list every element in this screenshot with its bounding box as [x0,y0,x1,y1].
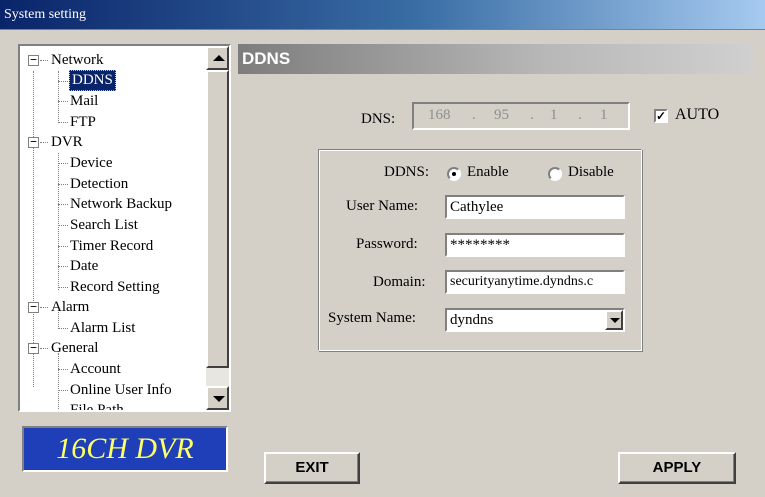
dns-octet-4: 1 [600,107,608,123]
tree-item-mail[interactable]: Mail [70,91,98,111]
system-name-value: dyndns [450,312,494,328]
tree-item-detection[interactable]: Detection [70,174,128,194]
dvr-logo: 16CH DVR [22,426,228,472]
tree-branch-line [58,204,68,205]
tree-branch-line [58,266,68,267]
tree-branch-line [58,225,68,226]
tree-branch-line [58,246,68,247]
ddns-label: DDNS: [384,164,430,180]
settings-tree[interactable]: − Network DDNS Mail FTP − DVR Device Det… [18,44,231,412]
window-title: System setting [4,7,87,22]
tree-item-network-backup[interactable]: Network Backup [70,194,172,214]
section-title: DDNS [242,49,291,68]
tree-item-alarm-list[interactable]: Alarm List [70,318,135,338]
tree-branch-line [58,122,68,123]
tree-item-ddns[interactable]: DDNS [69,70,116,91]
enable-radio[interactable] [447,167,461,181]
dns-dot-3: . [578,107,582,123]
tree-scrollbar[interactable] [206,46,229,410]
tree-branch-line [58,410,68,411]
general-collapse-icon[interactable]: − [28,342,39,354]
username-input[interactable]: Cathylee [445,195,625,219]
tree-item-search-list[interactable]: Search List [70,215,138,235]
tree-item-alarm[interactable]: Alarm [51,297,89,317]
tree-item-online-user-info[interactable]: Online User Info [70,380,172,400]
scroll-thumb[interactable] [206,70,229,368]
tree-branch-line [58,287,68,288]
tree-branch-line [58,390,68,391]
disable-label: Disable [568,164,614,180]
password-input[interactable]: ******** [445,233,625,257]
tree-branch-line [40,60,48,61]
scroll-up-button[interactable] [206,46,229,70]
enable-label: Enable [467,164,509,180]
tree-branch-line [58,328,68,329]
auto-checkbox[interactable]: ✓ [654,109,668,123]
section-header: DDNS [238,44,754,74]
tree-root-connector [33,71,34,387]
system-name-select[interactable]: dyndns [445,308,625,332]
apply-button[interactable]: APPLY [618,452,736,484]
window-title-bar: System setting [0,0,765,30]
dns-octet-2: 95 [494,107,509,123]
tree-item-ftp[interactable]: FTP [70,112,96,132]
tree-network-connector [58,71,59,121]
tree-item-account[interactable]: Account [70,359,121,379]
domain-label: Domain: [373,274,426,290]
arrow-up-icon [213,55,225,61]
tree-branch-line [40,142,48,143]
dvr-collapse-icon[interactable]: − [28,136,39,148]
dns-ip-field: 168 . 95 . 1 . 1 [412,102,630,130]
dns-dot-2: . [530,107,534,123]
scroll-down-button[interactable] [206,386,229,410]
tree-branch-line [58,81,68,82]
password-label: Password: [356,236,418,252]
tree-item-dvr[interactable]: DVR [51,132,83,152]
arrow-down-icon [213,396,225,402]
tree-item-general[interactable]: General [51,338,98,358]
tree-branch-line [58,101,68,102]
tree-item-timer-record[interactable]: Timer Record [70,236,153,256]
username-label: User Name: [346,198,419,214]
radio-selected-dot [452,172,456,176]
tree-item-network[interactable]: Network [51,50,104,70]
dns-octet-3: 1 [550,107,558,123]
tree-content: − Network DDNS Mail FTP − DVR Device Det… [20,46,206,411]
exit-button[interactable]: EXIT [264,452,360,484]
dropdown-button[interactable] [605,310,623,330]
tree-item-file-path[interactable]: File Path [70,400,124,410]
network-collapse-icon[interactable]: − [28,54,39,66]
tree-branch-line [58,184,68,185]
tree-branch-line [40,307,48,308]
disable-radio[interactable] [548,167,562,181]
tree-branch-line [58,369,68,370]
tree-branch-line [58,163,68,164]
tree-branch-line [40,348,48,349]
tree-item-device[interactable]: Device [70,153,112,173]
tree-item-record-setting[interactable]: Record Setting [70,277,160,297]
dns-octet-1: 168 [428,107,451,123]
domain-input[interactable]: securityanytime.dyndns.c [445,270,625,294]
chevron-down-icon [610,318,620,323]
alarm-collapse-icon[interactable]: − [28,301,39,313]
tree-general-connector [58,353,59,410]
system-name-label: System Name: [328,310,416,326]
tree-dvr-connector [58,153,59,290]
dns-dot-1: . [472,107,476,123]
auto-label: AUTO [675,106,720,123]
dns-label: DNS: [361,111,396,127]
tree-item-date[interactable]: Date [70,256,98,276]
